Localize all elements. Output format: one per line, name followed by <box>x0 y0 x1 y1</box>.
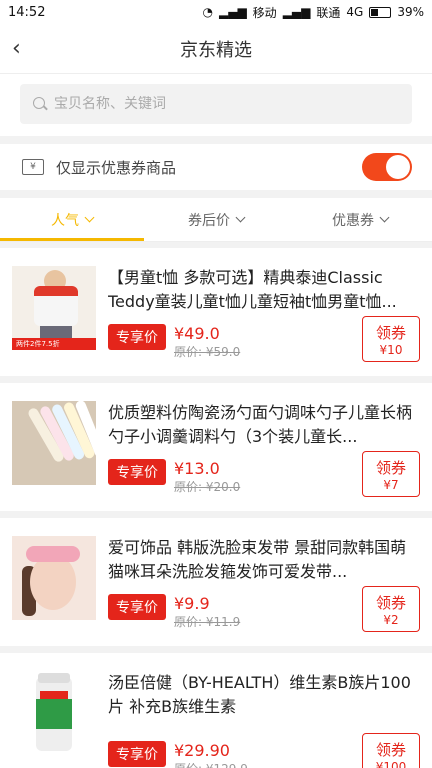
product-info: 汤臣倍健（BY-HEALTH）维生素B族片100片 补充B族维生素 专享价 ¥2… <box>96 665 420 768</box>
product-price: ¥29.90 <box>174 741 230 760</box>
price-row: 专享价 ¥13.0 原价: ¥20.0 <box>108 459 240 495</box>
ticket-icon: ¥ <box>22 159 44 175</box>
back-button[interactable]: ‹ <box>12 24 42 73</box>
chevron-down-icon <box>235 212 246 223</box>
search-box[interactable] <box>20 84 412 124</box>
get-coupon-button[interactable]: 领券 ¥2 <box>362 586 420 632</box>
coupon-value: ¥7 <box>383 477 399 492</box>
product-info: 爱可饰品 韩版洗脸束发带 景甜同款韩国萌猫咪耳朵洗脸发箍发饰可爱发带... 专享… <box>96 530 420 646</box>
tab-popularity[interactable]: 人气 <box>0 198 144 241</box>
coupon-label: 领券 <box>375 740 406 759</box>
original-price: 原价: ¥11.9 <box>174 615 241 629</box>
product-info: 【男童t恤 多款可选】精典泰迪Classic Teddy童装儿童t恤儿童短袖t恤… <box>96 260 420 376</box>
back-arrow-icon: ‹ <box>12 36 21 61</box>
tab-coupon[interactable]: 优惠券 <box>288 198 432 241</box>
exclusive-price-badge: 专享价 <box>108 324 166 350</box>
original-price: 原价: ¥129.9 <box>174 760 248 768</box>
carrier-1: 移动 <box>252 5 277 20</box>
tab-price-label: 券后价 <box>188 212 230 229</box>
signal-icon-2: ▂▄▆ <box>282 5 311 19</box>
get-coupon-button[interactable]: 领券 ¥100 <box>362 733 420 768</box>
product-price: ¥49.0 <box>174 324 220 343</box>
sort-tabs: 人气 券后价 优惠券 <box>0 198 432 242</box>
get-coupon-button[interactable]: 领券 ¥7 <box>362 451 420 497</box>
tab-price-after-coupon[interactable]: 券后价 <box>144 198 288 241</box>
coupon-value: ¥2 <box>383 612 399 627</box>
coupon-label: 领券 <box>375 323 406 342</box>
search-input[interactable] <box>54 96 374 112</box>
product-name: 【男童t恤 多款可选】精典泰迪Classic Teddy童装儿童t恤儿童短袖t恤… <box>108 268 397 311</box>
product-name: 汤臣倍健（BY-HEALTH）维生素B族片100片 补充B族维生素 <box>108 673 411 716</box>
coupon-label: 领券 <box>375 593 406 612</box>
battery-icon <box>369 6 392 18</box>
coupon-label: 领券 <box>375 458 406 477</box>
coupon-value: ¥10 <box>379 342 403 357</box>
coupon-only-toggle[interactable] <box>362 153 412 181</box>
product-list: 两件2件7.5折 【男童t恤 多款可选】精典泰迪Classic Teddy童装儿… <box>0 248 432 768</box>
product-image <box>12 536 96 620</box>
exclusive-price-badge: 专享价 <box>108 594 166 620</box>
signal-icon: ▂▄▆ <box>218 5 247 19</box>
product-image <box>12 671 96 755</box>
original-price: 原价: ¥20.0 <box>174 480 241 494</box>
filter-label: 仅显示优惠券商品 <box>56 158 177 177</box>
coupon-value: ¥100 <box>375 759 407 768</box>
product-name: 爱可饰品 韩版洗脸束发带 景甜同款韩国萌猫咪耳朵洗脸发箍发饰可爱发带... <box>108 538 407 581</box>
product-price: ¥13.0 <box>174 459 220 478</box>
product-image <box>12 401 96 485</box>
product-item[interactable]: 优质塑料仿陶瓷汤勺面勺调味勺子儿童长柄勺子小调羹调料勺（3个装儿童长... 专享… <box>0 383 432 511</box>
search-icon <box>32 96 48 112</box>
original-price: 原价: ¥59.0 <box>174 345 241 359</box>
product-item[interactable]: 两件2件7.5折 【男童t恤 多款可选】精典泰迪Classic Teddy童装儿… <box>0 248 432 376</box>
search-area <box>0 74 432 136</box>
product-info: 优质塑料仿陶瓷汤勺面勺调味勺子儿童长柄勺子小调羹调料勺（3个装儿童长... 专享… <box>96 395 420 511</box>
product-image: 两件2件7.5折 <box>12 266 96 350</box>
chevron-down-icon <box>379 212 390 223</box>
status-right: ◔ ▂▄▆ 移动 ▂▄▆ 联通 4G 39% <box>203 4 425 21</box>
toggle-knob <box>386 155 410 179</box>
status-time: 14:52 <box>8 4 46 20</box>
image-promo-tag: 两件2件7.5折 <box>12 338 96 350</box>
status-bar: 14:52 ◔ ▂▄▆ 移动 ▂▄▆ 联通 4G 39% <box>0 0 432 24</box>
page-title: 京东精选 <box>180 39 252 61</box>
price-row: 专享价 ¥49.0 原价: ¥59.0 <box>108 324 240 360</box>
tab-coupon-label: 优惠券 <box>332 212 374 229</box>
product-item[interactable]: 汤臣倍健（BY-HEALTH）维生素B族片100片 补充B族维生素 专享价 ¥2… <box>0 653 432 768</box>
chevron-down-icon <box>84 212 95 223</box>
network-type: 4G <box>346 5 364 19</box>
title-bar: ‹ 京东精选 <box>0 24 432 74</box>
filter-label-group: ¥ 仅显示优惠券商品 <box>22 157 176 178</box>
carrier-2: 联通 <box>316 5 341 20</box>
price-row: 专享价 ¥29.90 原价: ¥129.9 <box>108 741 248 768</box>
product-name: 优质塑料仿陶瓷汤勺面勺调味勺子儿童长柄勺子小调羹调料勺（3个装儿童长... <box>108 403 413 446</box>
price-row: 专享价 ¥9.9 原价: ¥11.9 <box>108 594 240 630</box>
get-coupon-button[interactable]: 领券 ¥10 <box>362 316 420 362</box>
product-price: ¥9.9 <box>174 594 210 613</box>
coupon-filter-row: ¥ 仅显示优惠券商品 <box>0 144 432 190</box>
exclusive-price-badge: 专享价 <box>108 741 166 767</box>
exclusive-price-badge: 专享价 <box>108 459 166 485</box>
battery-percent: 39% <box>397 5 424 19</box>
product-item[interactable]: 爱可饰品 韩版洗脸束发带 景甜同款韩国萌猫咪耳朵洗脸发箍发饰可爱发带... 专享… <box>0 518 432 646</box>
wifi-icon: ◔ <box>202 5 213 19</box>
tab-popularity-label: 人气 <box>51 212 79 229</box>
